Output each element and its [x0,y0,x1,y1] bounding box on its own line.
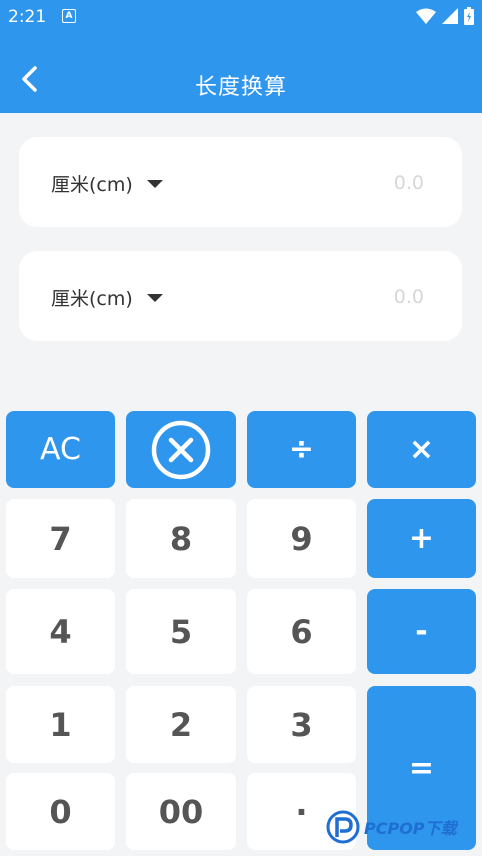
multiply-button[interactable]: × [367,411,476,488]
plus-button[interactable]: + [367,499,476,578]
delete-icon [151,420,211,479]
digit-8-button[interactable]: 8 [126,499,236,578]
app-bar: 长度换算 [0,34,482,113]
digit-9-button[interactable]: 9 [247,499,356,578]
page-title: 长度换算 [194,75,287,100]
digit-2-button[interactable]: 2 [126,686,236,763]
battery-icon [464,7,474,25]
signal-icon [442,8,458,24]
from-unit-dropdown[interactable]: 厘米(cm) [51,170,163,197]
notification-icon: A [62,9,76,23]
caret-down-icon [146,179,163,188]
to-unit-card: 厘米(cm) 0.0 [19,251,462,341]
watermark-text: PCPOP下载 [364,819,457,838]
digit-4-button[interactable]: 4 [6,589,115,674]
double-zero-button[interactable]: 00 [126,773,236,850]
to-value[interactable]: 0.0 [394,286,424,308]
status-time: 2:21 [8,7,47,27]
clear-button[interactable]: AC [6,411,115,488]
status-bar: 2:21 A [0,0,482,34]
to-unit-label: 厘米(cm) [51,288,133,310]
digit-1-button[interactable]: 1 [6,686,115,763]
from-value[interactable]: 0.0 [394,172,424,194]
digit-0-button[interactable]: 0 [6,773,115,850]
from-unit-label: 厘米(cm) [51,174,133,196]
divide-button[interactable]: ÷ [247,411,356,488]
digit-3-button[interactable]: 3 [247,686,356,763]
digit-7-button[interactable]: 7 [6,499,115,578]
watermark: PCPOP下载 [326,805,476,849]
pcpop-logo-icon [326,810,360,844]
caret-down-icon [146,293,163,302]
wifi-icon [416,8,436,24]
digit-5-button[interactable]: 5 [126,589,236,674]
to-unit-dropdown[interactable]: 厘米(cm) [51,284,163,311]
status-icons [416,6,474,26]
backspace-button[interactable] [126,411,236,488]
from-unit-card: 厘米(cm) 0.0 [19,137,462,227]
digit-6-button[interactable]: 6 [247,589,356,674]
minus-button[interactable]: - [367,589,476,674]
